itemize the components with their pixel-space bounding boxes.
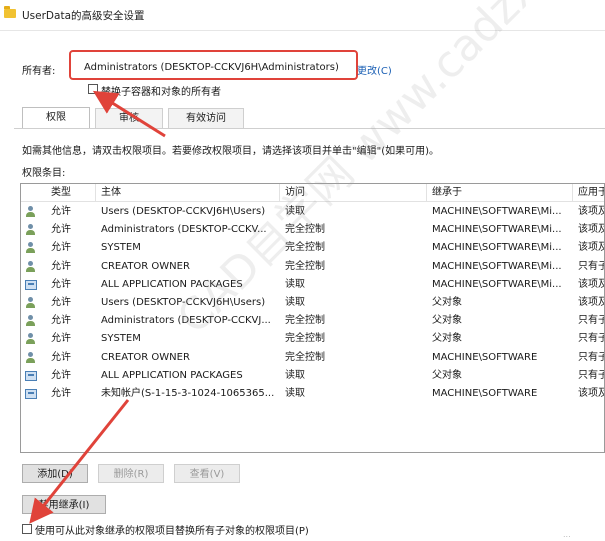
annotation-arrows xyxy=(29,90,166,524)
arrow-to-replace-checkbox xyxy=(29,399,130,524)
arrow-to-owner xyxy=(92,90,166,138)
